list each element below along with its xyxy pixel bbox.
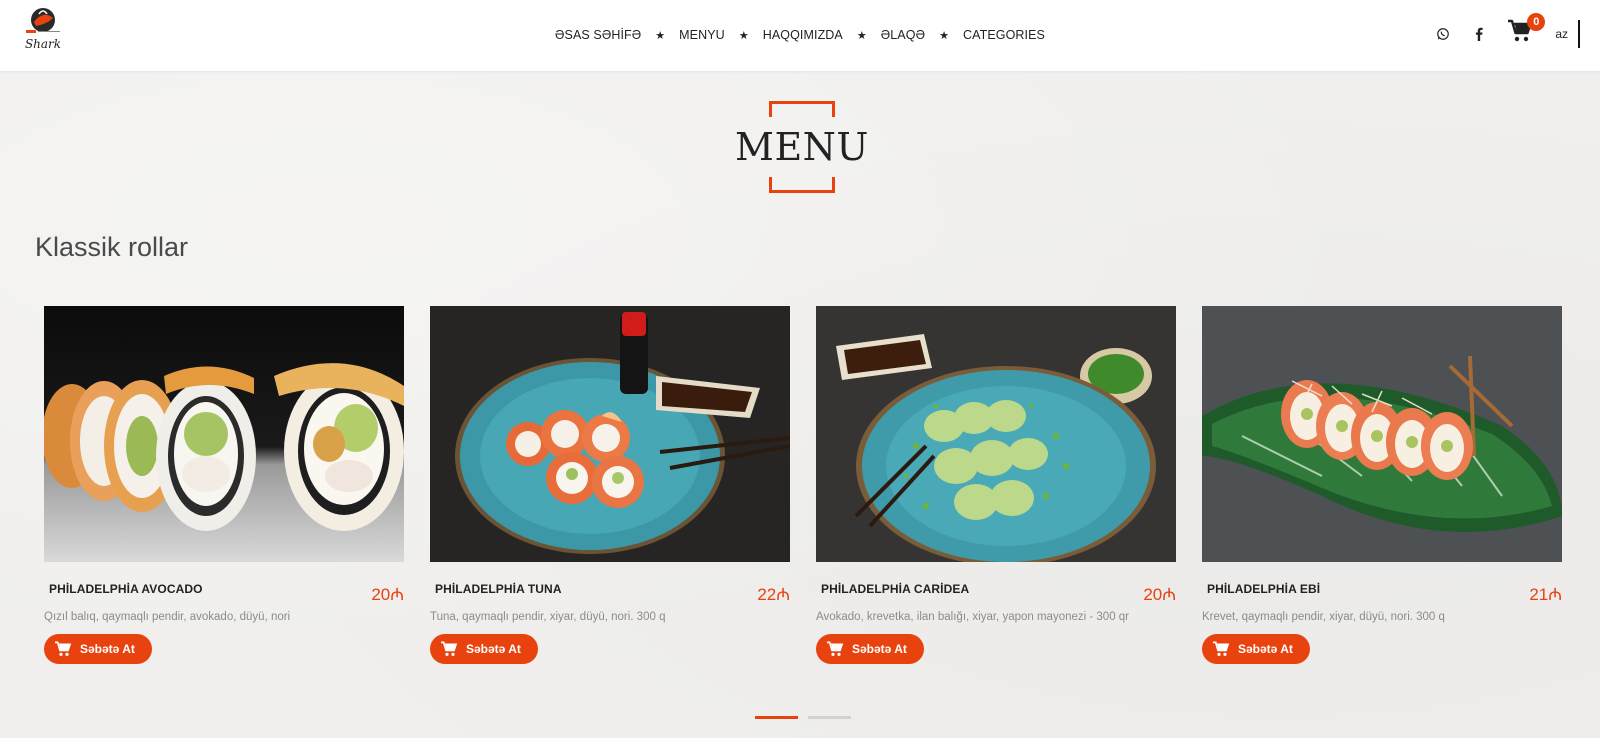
product-price: 20₼ xyxy=(371,585,404,604)
add-to-cart-button[interactable]: Səbətə At xyxy=(1202,634,1310,664)
product-card: PHİLADELPHİA EBİ 21₼ Krevet, qaymaqlı pe… xyxy=(1202,306,1562,666)
header-actions: 0 az xyxy=(1433,13,1580,54)
cart-icon xyxy=(441,641,458,656)
product-image[interactable] xyxy=(816,306,1176,562)
add-to-cart-button[interactable]: Səbətə At xyxy=(816,634,924,664)
add-to-cart-button[interactable]: Səbətə At xyxy=(44,634,152,664)
product-description: Avokado, krevetka, ilan balığı, xiyar, y… xyxy=(816,611,1130,623)
whatsapp-icon[interactable] xyxy=(1433,24,1453,44)
menu-title-block: MENU xyxy=(735,101,868,193)
product-description: Tuna, qaymaqlı pendir, xiyar, düyü, nori… xyxy=(430,611,666,623)
cart-icon xyxy=(827,641,844,656)
add-to-cart-button[interactable]: Səbətə At xyxy=(430,634,538,664)
pager-dot-1[interactable] xyxy=(755,716,798,719)
nav-item-contact[interactable]: ƏLAQƏ xyxy=(881,28,925,42)
main-nav: ƏSAS SƏHİFƏ ★ MENYU ★ HAQQIMIZDA ★ ƏLAQƏ… xyxy=(0,0,1600,70)
nav-item-categories[interactable]: CATEGORIES xyxy=(963,28,1045,42)
nav-separator-star: ★ xyxy=(856,29,867,42)
product-description: Krevet, qaymaqlı pendir, xiyar, düyü, no… xyxy=(1202,611,1445,623)
product-name[interactable]: PHİLADELPHİA AVOCADO xyxy=(49,582,203,596)
add-to-cart-label: Səbətə At xyxy=(80,642,135,656)
cart-button[interactable]: 0 xyxy=(1507,13,1546,49)
nav-separator-star: ★ xyxy=(655,29,666,42)
title-bracket-top xyxy=(769,101,835,117)
product-price: 21₼ xyxy=(1529,585,1562,604)
product-image[interactable] xyxy=(1202,306,1562,562)
cart-icon xyxy=(55,641,72,656)
nav-item-about[interactable]: HAQQIMIZDA xyxy=(763,28,843,42)
product-image[interactable] xyxy=(44,306,404,562)
product-image[interactable] xyxy=(430,306,790,562)
product-name[interactable]: PHİLADELPHİA TUNA xyxy=(435,582,562,596)
pager-dot-2[interactable] xyxy=(808,716,851,719)
product-name[interactable]: PHİLADELPHİA CARİDEA xyxy=(821,582,969,596)
nav-item-home[interactable]: ƏSAS SƏHİFƏ xyxy=(555,28,641,42)
site-header: Shark ƏSAS SƏHİFƏ ★ MENYU ★ HAQQIMIZDA ★… xyxy=(0,0,1600,71)
product-card: PHİLADELPHİA AVOCADO 20₼ Qızıl balıq, qa… xyxy=(44,306,404,666)
product-card: PHİLADELPHİA CARİDEA 20₼ Avokado, krevet… xyxy=(816,306,1176,666)
product-price: 22₼ xyxy=(757,585,790,604)
add-to-cart-label: Səbətə At xyxy=(852,642,907,656)
add-to-cart-label: Səbətə At xyxy=(466,642,521,656)
nav-separator-star: ★ xyxy=(738,29,749,42)
language-selector[interactable]: az xyxy=(1555,27,1568,41)
section-title: Klassik rollar xyxy=(35,232,189,262)
cart-count-badge: 0 xyxy=(1527,13,1546,31)
product-name[interactable]: PHİLADELPHİA EBİ xyxy=(1207,582,1320,596)
add-to-cart-label: Səbətə At xyxy=(1238,642,1293,656)
product-card: PHİLADELPHİA TUNA 22₼ Tuna, qaymaqlı pen… xyxy=(430,306,790,666)
nav-separator-star: ★ xyxy=(939,29,949,42)
header-divider xyxy=(1578,20,1580,48)
product-description: Qızıl balıq, qaymaqlı pendir, avokado, d… xyxy=(44,611,291,623)
title-bracket-bottom xyxy=(769,177,835,193)
cart-icon xyxy=(1213,641,1230,656)
product-price: 20₼ xyxy=(1143,585,1176,604)
page-title: MENU xyxy=(735,125,869,169)
carousel-pager xyxy=(755,716,851,719)
nav-item-menu[interactable]: MENYU xyxy=(679,28,725,42)
facebook-icon[interactable] xyxy=(1469,24,1489,44)
